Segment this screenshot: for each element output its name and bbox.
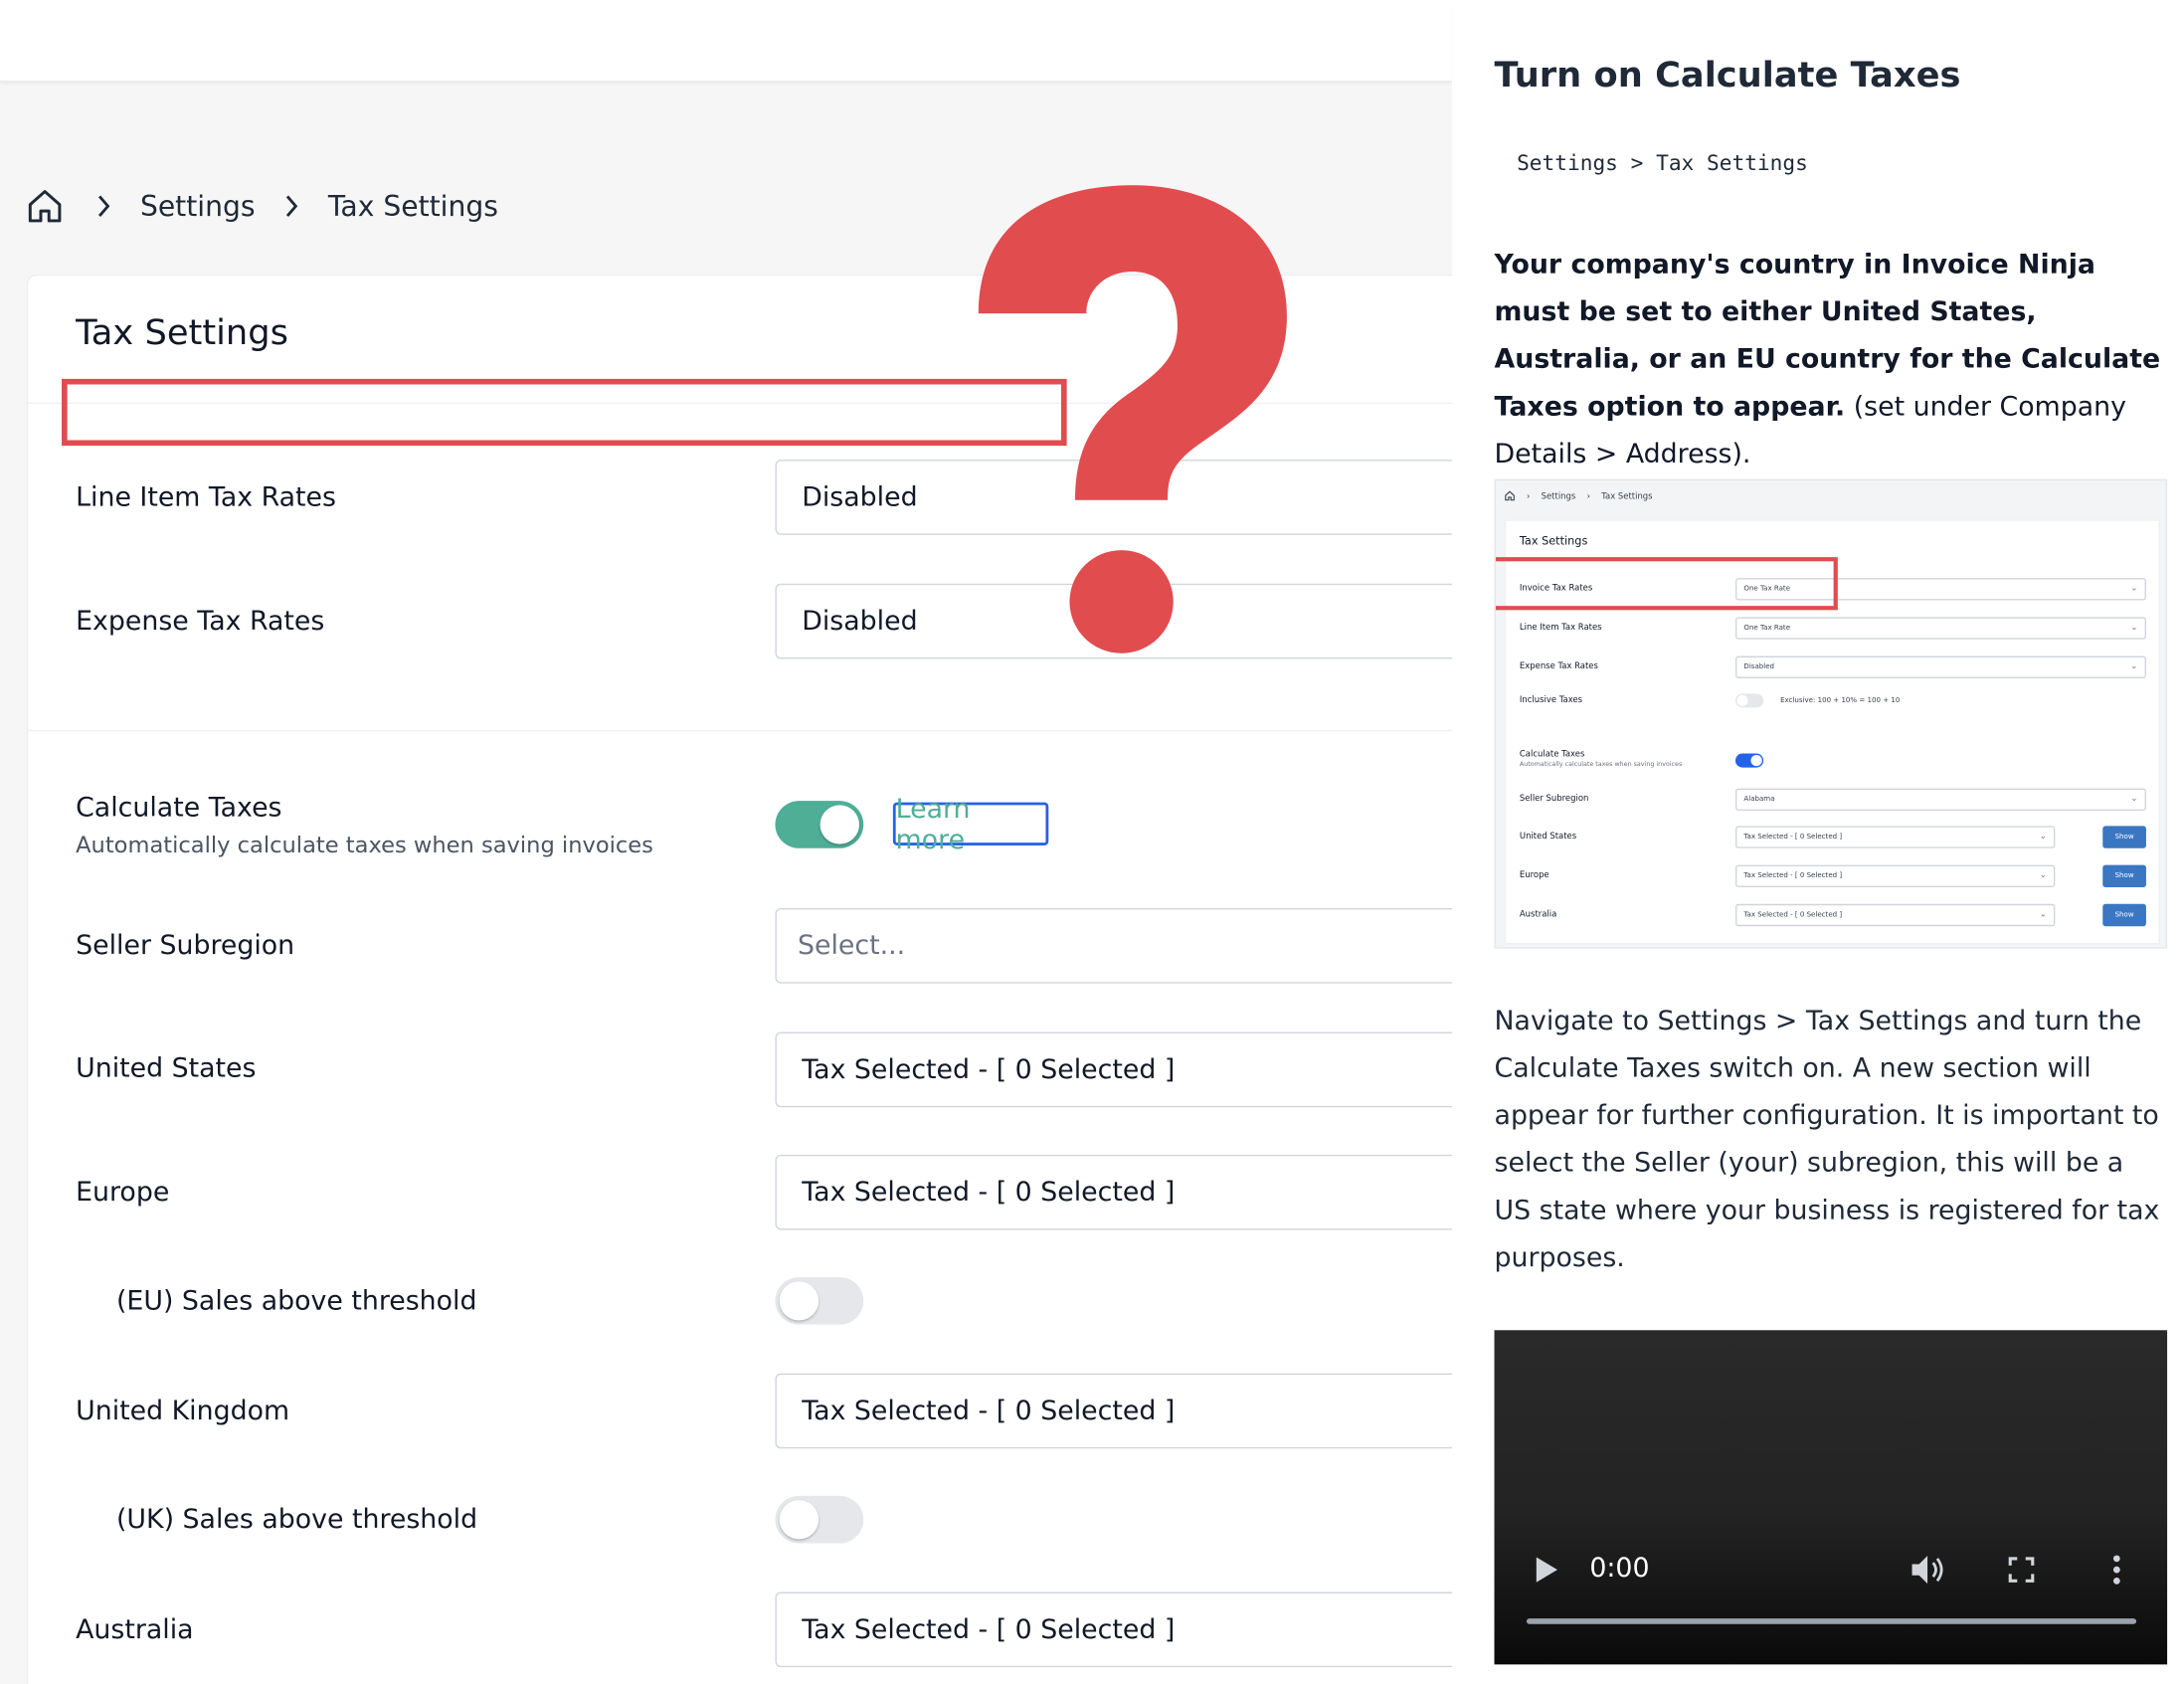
settings-pane: Settings Tax Settings Tax Settings Line … [0,0,1453,1684]
breadcrumb-settings[interactable]: Settings [140,189,256,223]
screenshot-seller-subregion-select: Alabama ⌄ [1734,788,2146,811]
europe-label: Europe [76,1177,170,1209]
chevron-right-icon [79,194,129,219]
uk-threshold-label: (UK) Sales above threshold [115,1504,478,1536]
chevron-right-icon: › [1586,490,1590,501]
screenshot-inclusive-taxes-toggle [1734,693,1764,708]
eu-threshold-label: (EU) Sales above threshold [115,1285,477,1317]
screenshot-expense-tax-rates-select: Disabled ⌄ [1734,655,2146,678]
line-item-tax-rates-label: Line Item Tax Rates [76,481,336,513]
seller-subregion-label: Seller Subregion [76,930,295,962]
more-vertical-icon[interactable] [2112,1553,2120,1587]
docs-path: Settings > Tax Settings [1517,150,1808,176]
screenshot-select-value: Disabled [1743,662,1775,671]
seller-subregion-select[interactable]: Select... [775,907,1453,984]
screenshot-line-item-tax-rates-label: Line Item Tax Rates [1519,622,1602,633]
screenshot-line-item-tax-rates-select: One Tax Rate ⌄ [1734,617,2146,640]
video-player[interactable]: 0:00 [1494,1330,2168,1665]
top-bar [0,0,1453,83]
chevron-down-icon: ⌄ [2039,831,2047,842]
docs-note: Your company's country in Invoice Ninja … [1495,241,2168,477]
screenshot-title: Tax Settings [1519,534,1588,548]
screenshot-calculate-taxes-toggle [1734,753,1764,768]
screenshot-europe-select: Tax Selected - [ 0 Selected ] ⌄ [1734,864,2056,887]
europe-tax-select[interactable]: Tax Selected - [ 0 Selected ] [775,1154,1453,1230]
united-kingdom-tax-select[interactable]: Tax Selected - [ 0 Selected ] [775,1373,1453,1449]
chevron-right-icon [267,194,317,219]
screenshot-united-states-label: United States [1519,831,1577,842]
screenshot-select-value: Tax Selected - [ 0 Selected ] [1743,871,1843,880]
united-kingdom-label: United Kingdom [76,1396,290,1426]
screenshot-breadcrumb-settings: Settings [1541,490,1576,501]
united-states-tax-select[interactable]: Tax Selected - [ 0 Selected ] [775,1031,1453,1108]
screenshot-select-value: Tax Selected - [ 0 Selected ] [1743,910,1843,920]
fullscreen-icon[interactable] [2007,1556,2035,1584]
chevron-down-icon: ⌄ [2130,661,2138,671]
calculate-taxes-label: Calculate Taxes [76,792,282,824]
screenshot-inclusive-note: Exclusive: 100 + 10% = 100 + 10 [1780,696,1901,705]
screenshot-seller-subregion-label: Seller Subregion [1519,794,1589,804]
screenshot-calculate-taxes-sublabel: Automatically calculate taxes when savin… [1519,761,1683,769]
chevron-right-icon: › [1526,490,1531,501]
chevron-down-icon: ⌄ [2130,794,2138,804]
breadcrumb: Settings Tax Settings [25,181,498,231]
chevron-down-icon: ⌄ [2130,583,2138,594]
screenshot-calculate-taxes-label: Calculate Taxes [1519,749,1585,760]
card-title: Tax Settings [76,311,288,353]
eu-threshold-toggle[interactable] [775,1277,864,1325]
chevron-down-icon: ⌄ [2039,909,2047,920]
screenshot-breadcrumb: › Settings › Tax Settings [1504,490,1653,501]
screenshot-united-states-select: Tax Selected - [ 0 Selected ] ⌄ [1734,826,2056,848]
chevron-down-icon: ⌄ [2130,622,2138,633]
question-mark-icon [978,185,1287,654]
docs-paragraph: Navigate to Settings > Tax Settings and … [1494,1006,2160,1273]
screenshot-show-button: Show [2102,864,2146,887]
screenshot-breadcrumb-tax-settings: Tax Settings [1601,490,1653,501]
screenshot-show-button: Show [2102,826,2146,848]
calculate-taxes-description: Automatically calculate taxes when savin… [76,831,653,858]
screenshot-show-button: Show [2102,903,2146,927]
screenshot-expense-tax-rates-label: Expense Tax Rates [1519,661,1598,671]
screenshot-select-value: Alabama [1743,795,1775,804]
home-icon [1505,490,1515,501]
volume-icon[interactable] [1910,1553,1946,1587]
breadcrumb-tax-settings[interactable]: Tax Settings [328,189,498,223]
screenshot-europe-label: Europe [1519,870,1549,880]
toggle-knob [779,1281,819,1321]
chevron-down-icon: ⌄ [2039,870,2047,880]
screenshot-select-value: One Tax Rate [1743,624,1791,633]
video-progress-bar[interactable] [1526,1618,2137,1624]
play-icon[interactable] [1534,1556,1558,1584]
docs-screenshot: › Settings › Tax Settings Tax Settings I… [1494,478,2168,949]
australia-tax-select[interactable]: Tax Selected - [ 0 Selected ] [775,1591,1453,1668]
calculate-taxes-toggle[interactable] [775,801,864,848]
screenshot-inclusive-taxes-label: Inclusive Taxes [1519,694,1583,705]
screenshot-australia-label: Australia [1519,909,1557,920]
docs-heading: Turn on Calculate Taxes [1494,54,1961,95]
uk-threshold-toggle[interactable] [775,1495,864,1544]
page-root: Settings Tax Settings Tax Settings Line … [0,0,2184,1684]
divider [28,729,1453,732]
australia-label: Australia [76,1613,194,1645]
expense-tax-rates-label: Expense Tax Rates [76,606,325,637]
video-time: 0:00 [1589,1553,1650,1585]
toggle-knob [819,805,860,844]
united-states-label: United States [76,1052,257,1084]
empty-highlight-box [62,378,1067,447]
learn-more-link[interactable]: Learn more [892,793,1049,854]
screenshot-australia-select: Tax Selected - [ 0 Selected ] ⌄ [1734,903,2056,927]
screenshot-highlight-box [1495,557,1838,611]
home-icon[interactable] [25,184,67,229]
screenshot-select-value: Tax Selected - [ 0 Selected ] [1743,833,1843,842]
toggle-knob [779,1500,819,1540]
documentation-pane: Turn on Calculate Taxes Settings > Tax S… [1452,0,2184,1684]
